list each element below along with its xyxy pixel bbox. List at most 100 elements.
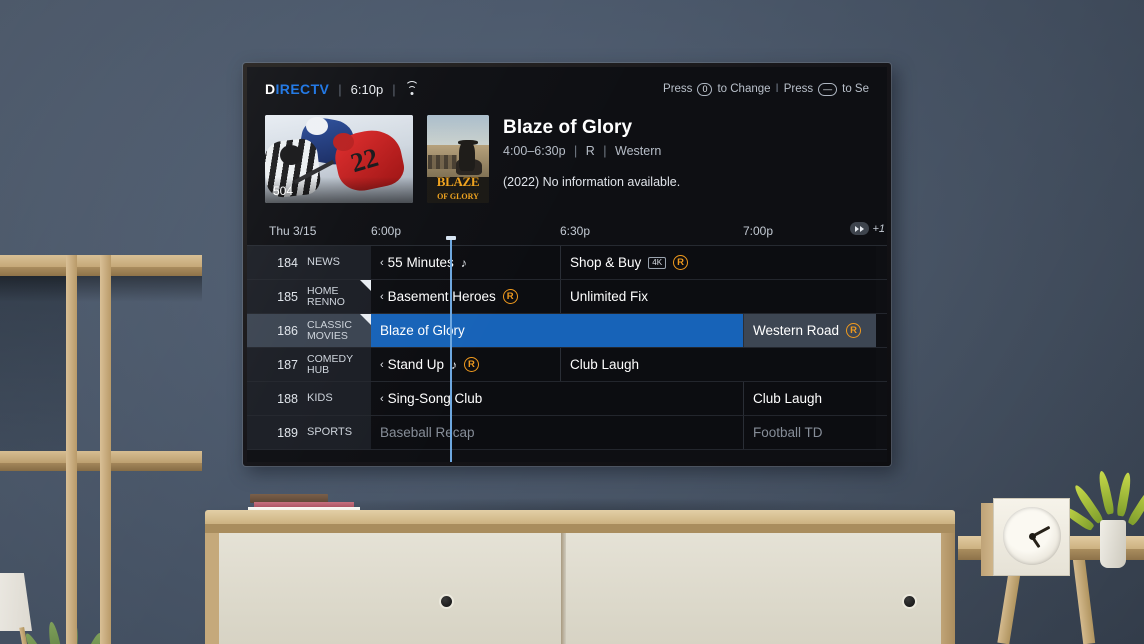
program-cells: ‹ Stand Up ♪ R Club Laugh (371, 348, 887, 381)
wall-mounted-tv: D IRECTV | 6:10p | Press 0 to Change I Pr… (243, 63, 897, 473)
channel-name: CLASSIC MOVIES (307, 318, 352, 342)
shelf-post (100, 255, 111, 644)
sideboard-knob[interactable] (439, 594, 454, 609)
poster-rider (459, 141, 476, 172)
program-cell[interactable]: ‹ Stand Up ♪ R (371, 348, 560, 381)
logo-text: IRECTV (275, 81, 330, 97)
channel-cell-189[interactable]: 189 SPORTS (247, 416, 371, 449)
program-cells: Baseball Recap Football TD (371, 416, 887, 449)
program-cell-title: 55 Minutes (387, 255, 454, 270)
program-cell[interactable]: Club Laugh (743, 382, 876, 415)
hockey-helmet (279, 144, 302, 165)
poster-title-line1: BLAZE (436, 174, 480, 189)
tv-screen: D IRECTV | 6:10p | Press 0 to Change I Pr… (247, 67, 887, 462)
channel-cell-188[interactable]: 188 KIDS (247, 382, 371, 415)
program-cell-title: Shop & Buy (570, 255, 642, 270)
guide-row[interactable]: 184 NEWS ‹ 55 Minutes ♪ Shop & Buy 4K R (247, 246, 887, 280)
program-cell[interactable]: Blaze of Glory (371, 314, 743, 347)
meta-pipe-2: | (603, 144, 607, 158)
program-time-range: 4:00–6:30p (503, 144, 566, 158)
hint-press-1: Press (663, 83, 693, 95)
fast-forward-icon[interactable] (850, 222, 870, 235)
channel-name: NEWS (307, 255, 340, 268)
recording-corner-icon (360, 280, 371, 291)
recording-corner-icon (360, 314, 371, 325)
badge-rating-r: R (846, 323, 862, 338)
program-cell[interactable]: Club Laugh (560, 348, 876, 381)
continues-left-icon: ‹ (380, 290, 384, 303)
shelf-post (66, 255, 77, 644)
program-cell-title: Basement Heroes (387, 289, 496, 304)
hint-action-1: to Change (717, 83, 771, 95)
preview-panel: 22 504 BLAZE OF GLORY Blaze of Glory 4:0… (265, 115, 877, 203)
program-cell[interactable]: ‹ Sing-Song Club (371, 382, 743, 415)
channel-number: 188 (277, 391, 298, 406)
key-dash[interactable]: — (818, 82, 838, 96)
guide-row[interactable]: 186 CLASSIC MOVIES Blaze of Glory Western Ro… (247, 314, 887, 348)
channel-name: KIDS (307, 391, 333, 404)
program-cell-title: Sing-Song Club (387, 391, 483, 406)
program-cell-title: Stand Up (387, 357, 444, 372)
guide-topbar: D IRECTV | 6:10p | Press 0 to Change I Pr… (247, 67, 887, 111)
program-cell[interactable]: ‹ 55 Minutes ♪ (371, 246, 560, 279)
playhead-cap (446, 236, 456, 240)
program-info: Blaze of Glory 4:00–6:30p | R | Western … (503, 115, 680, 203)
program-cell[interactable]: Football TD (743, 416, 876, 449)
program-meta: 4:00–6:30p | R | Western (503, 144, 680, 158)
program-cell[interactable]: ‹ Basement Heroes R (371, 280, 560, 313)
poster-title-line2: OF GLORY (437, 192, 479, 201)
program-cell[interactable]: Western Road R (743, 314, 876, 347)
plant-vase (1100, 520, 1126, 568)
channel-cell-187[interactable]: 187 COMEDY HUB (247, 348, 371, 381)
guide-row[interactable]: 188 KIDS ‹ Sing-Song Club Club Laugh (247, 382, 887, 416)
sideboard (205, 510, 955, 644)
program-cell[interactable]: Shop & Buy 4K R (560, 246, 876, 279)
hint-press-2: Press (783, 83, 814, 95)
time-slot-3: 7:00p (743, 224, 774, 238)
channel-name: COMEDY HUB (307, 352, 354, 376)
movie-poster[interactable]: BLAZE OF GLORY (427, 115, 489, 203)
badge-rating-r: R (502, 289, 518, 304)
guide-date: Thu 3/15 (269, 224, 317, 238)
time-header: Thu 3/15 6:00p 6:30p 7:00p +1 (247, 219, 887, 246)
directv-logo: D IRECTV (265, 81, 329, 97)
program-cells: ‹ Basement Heroes R Unlimited Fix (371, 280, 887, 313)
program-rating: R (585, 144, 595, 158)
program-cell-title: Blaze of Glory (380, 323, 465, 338)
poster-hat (458, 139, 478, 145)
next-day-control[interactable]: +1 (850, 222, 885, 235)
key-hints: Press 0 to Change I Press — to Se (663, 82, 869, 96)
guide-row[interactable]: 187 COMEDY HUB ‹ Stand Up ♪ R Club Laugh (247, 348, 887, 382)
channel-cell-185[interactable]: 185 HOME RENNO (247, 280, 371, 313)
program-cells: Blaze of Glory Western Road R (371, 314, 887, 347)
channel-cell-184[interactable]: 184 NEWS (247, 246, 371, 279)
channel-cell-186[interactable]: 186 CLASSIC MOVIES (247, 314, 371, 347)
key-0[interactable]: 0 (697, 82, 713, 96)
logo-letter-d: D (265, 81, 276, 97)
badge-rating-r: R (463, 357, 479, 372)
meta-pipe-1: | (574, 144, 578, 158)
channel-number: 184 (277, 255, 298, 270)
time-slot-2: 6:30p (560, 224, 591, 238)
program-cell[interactable]: Baseball Recap (371, 416, 743, 449)
channel-video-thumbnail[interactable]: 22 504 (265, 115, 413, 203)
topbar-divider-2: | (392, 81, 396, 97)
guide-row[interactable]: 189 SPORTS Baseball Recap Football TD (247, 416, 887, 450)
current-time: 6:10p (350, 81, 384, 97)
guide-rows: 184 NEWS ‹ 55 Minutes ♪ Shop & Buy 4K R 185 HOME R… (247, 246, 887, 462)
sideboard-frame-left (205, 533, 219, 644)
shelf-interior-shadow (0, 276, 68, 456)
program-cell[interactable]: Unlimited Fix (560, 280, 876, 313)
sideboard-knob[interactable] (902, 594, 917, 609)
program-cell-title: Club Laugh (570, 357, 640, 372)
wifi-icon (405, 81, 420, 95)
side-table-leg (1072, 557, 1096, 644)
channel-number: 185 (277, 289, 298, 304)
channel-name: SPORTS (307, 425, 353, 438)
guide-row[interactable]: 185 HOME RENNO ‹ Basement Heroes R Unlimited F… (247, 280, 887, 314)
program-cell-title: Baseball Recap (380, 425, 475, 440)
poster-riders (428, 155, 457, 170)
lamp-shade (0, 573, 32, 631)
plant-leaf (46, 620, 66, 644)
current-time-playhead (446, 236, 456, 462)
